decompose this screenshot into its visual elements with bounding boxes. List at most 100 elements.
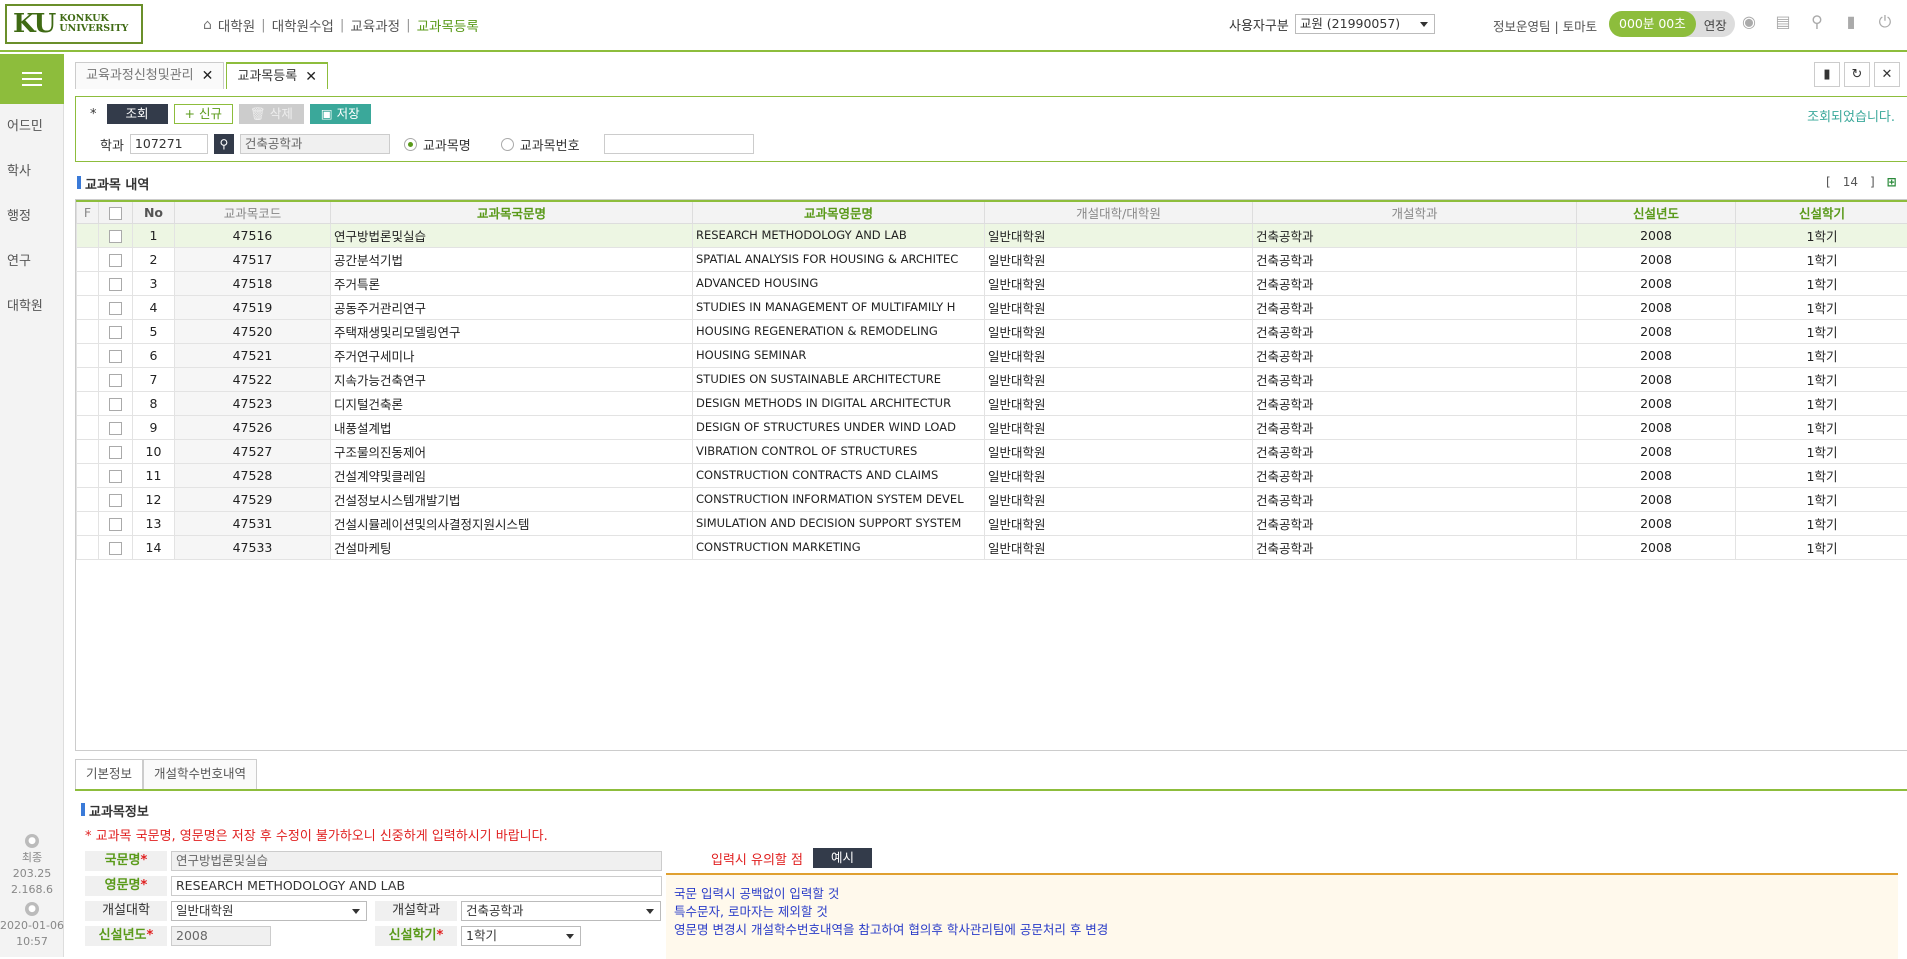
radio-course-number[interactable] [501,138,514,151]
table-row[interactable]: 747522지속가능건축연구STUDIES ON SUSTAINABLE ARC… [77,367,1907,391]
radio-course-name[interactable] [404,138,417,151]
row-checkbox[interactable] [109,446,122,459]
search-icon[interactable]: ⚲ [1808,12,1826,32]
extend-button[interactable]: 연장 [1696,15,1735,34]
delete-button[interactable]: 🗑 삭제 [239,104,304,124]
flag-cell [77,271,99,295]
login-info: ● 최종 203.252.168.6 ● 2020-01-06 10:57 [0,834,64,950]
course-eng-name: STUDIES IN MANAGEMENT OF MULTIFAMILY H [693,295,985,319]
nav-item-admin-office[interactable]: 행정 [0,194,63,239]
user-type-label: 사용자구분 [1229,15,1289,34]
table-row[interactable]: 1447533건설마케팅CONSTRUCTION MARKETING일반대학원건… [77,535,1907,559]
bookmark-icon[interactable]: ▮ [1814,62,1840,87]
table-row[interactable]: 147516연구방법론및실습RESEARCH METHODOLOGY AND L… [77,223,1907,247]
row-checkbox[interactable] [109,398,122,411]
row-checkbox[interactable] [109,470,122,483]
col-dept: 개설학과 [1253,201,1577,223]
course-year: 2008 [1577,511,1736,535]
course-code: 47522 [175,367,331,391]
row-checkbox[interactable] [109,278,122,291]
tab-course-number-history[interactable]: 개설학수번호내역 [143,759,257,789]
col-check[interactable] [99,201,133,223]
college-select[interactable]: 일반대학원 [171,901,367,921]
home-icon[interactable]: ⌂ [203,17,212,33]
nav-item-academic[interactable]: 학사 [0,149,63,194]
menu-button[interactable] [0,54,64,104]
col-term: 신설학기 [1736,201,1907,223]
table-row[interactable]: 1147528건설계약및클레임CONSTRUCTION CONTRACTS AN… [77,463,1907,487]
course-dept: 건축공학과 [1253,319,1577,343]
row-number: 14 [133,535,175,559]
row-number: 7 [133,367,175,391]
row-checkbox-cell [99,367,133,391]
filter-row: 학과 107271 ⚲ 건축공학과 교과목명 교과목번호 [100,134,754,154]
university-logo[interactable]: KU KONKUK UNIVERSITY [5,4,143,44]
tab-course-register[interactable]: 교과목등록✕ [226,62,328,89]
row-checkbox[interactable] [109,230,122,243]
close-icon[interactable]: ✕ [1874,62,1900,87]
flag-cell [77,511,99,535]
page-tabs: 교육과정신청및관리✕ 교과목등록✕ [75,62,328,89]
tab-basic-info[interactable]: 기본정보 [75,759,143,789]
table-row[interactable]: 847523디지털건축론DESIGN METHODS IN DIGITAL AR… [77,391,1907,415]
tab-curriculum[interactable]: 교육과정신청및관리✕ [75,62,224,89]
table-row[interactable]: 347518주거특론ADVANCED HOUSING일반대학원건축공학과2008… [77,271,1907,295]
term-select[interactable]: 1학기 [461,926,581,946]
course-kor-name: 건설시뮬레이션및의사결정지원시스템 [331,511,693,535]
breadcrumb-item[interactable]: 교육과정 [350,15,400,35]
nav-item-admin[interactable]: 어드민 [0,104,63,149]
table-row[interactable]: 1047527구조물의진동제어VIBRATION CONTROL OF STRU… [77,439,1907,463]
dept-select[interactable]: 건축공학과 [461,901,661,921]
notes-header: 입력시 유의할 점 예시 [711,848,872,868]
new-button[interactable]: + 신규 [174,104,233,124]
table-row[interactable]: 1347531건설시뮬레이션및의사결정지원시스템SIMULATION AND D… [77,511,1907,535]
flag-cell [77,319,99,343]
close-icon[interactable]: ✕ [202,63,214,89]
course-kor-name: 주거연구세미나 [331,343,693,367]
table-row[interactable]: 947526내풍설계법DESIGN OF STRUCTURES UNDER WI… [77,415,1907,439]
table-row[interactable]: 547520주택재생및리모델링연구HOUSING REGENERATION & … [77,319,1907,343]
row-checkbox[interactable] [109,422,122,435]
refresh-icon[interactable]: ↻ [1844,62,1870,87]
bookmark-icon[interactable]: ▮ [1842,12,1860,32]
table-row[interactable]: 247517공간분석기법SPATIAL ANALYSIS FOR HOUSING… [77,247,1907,271]
row-checkbox[interactable] [109,254,122,267]
table-row[interactable]: 1247529건설정보시스템개발기법CONSTRUCTION INFORMATI… [77,487,1907,511]
course-eng-name: DESIGN METHODS IN DIGITAL ARCHITECTUR [693,391,985,415]
query-button[interactable]: 조회 [107,104,168,124]
course-code: 47531 [175,511,331,535]
table-header: F No 교과목코드 교과목국문명 교과목영문명 개설대학/대학원 개설학과 신… [77,201,1907,223]
search-icon[interactable]: ⚲ [214,134,234,154]
power-icon[interactable]: ⏻ [1876,12,1894,32]
nav-item-research[interactable]: 연구 [0,239,63,284]
row-checkbox[interactable] [109,302,122,315]
breadcrumb-item[interactable]: 대학원 [218,15,255,35]
row-checkbox[interactable] [109,326,122,339]
example-button[interactable]: 예시 [813,848,872,868]
nav-item-graduate[interactable]: 대학원 [0,284,63,329]
table-row[interactable]: 447519공동주거관리연구STUDIES IN MANAGEMENT OF M… [77,295,1907,319]
close-icon[interactable]: ✕ [305,64,317,90]
col-kor-name: 교과목국문명 [331,201,693,223]
row-checkbox-cell [99,487,133,511]
select-all-checkbox[interactable] [109,207,122,220]
excel-icon[interactable]: ⊞ [1887,175,1897,189]
course-dept: 건축공학과 [1253,247,1577,271]
course-code: 47528 [175,463,331,487]
breadcrumb-item[interactable]: 대학원수업 [272,15,334,35]
row-checkbox[interactable] [109,494,122,507]
eng-name-input[interactable]: RESEARCH METHODOLOGY AND LAB [171,876,662,896]
user-type-select[interactable]: 교원 (21990057) [1295,14,1435,34]
dept-code-input[interactable]: 107271 [130,134,208,154]
row-checkbox[interactable] [109,350,122,363]
row-checkbox[interactable] [109,374,122,387]
row-checkbox[interactable] [109,542,122,555]
save-button[interactable]: ▣ 저장 [310,104,371,124]
user-icon[interactable]: ◉ [1740,12,1758,32]
flag-cell [77,223,99,247]
left-nav: 어드민 학사 행정 연구 대학원 [0,54,64,957]
row-checkbox[interactable] [109,518,122,531]
course-search-input[interactable] [604,134,754,154]
save-icon[interactable]: ▤ [1774,12,1792,32]
table-row[interactable]: 647521주거연구세미나HOUSING SEMINAR일반대학원건축공학과20… [77,343,1907,367]
